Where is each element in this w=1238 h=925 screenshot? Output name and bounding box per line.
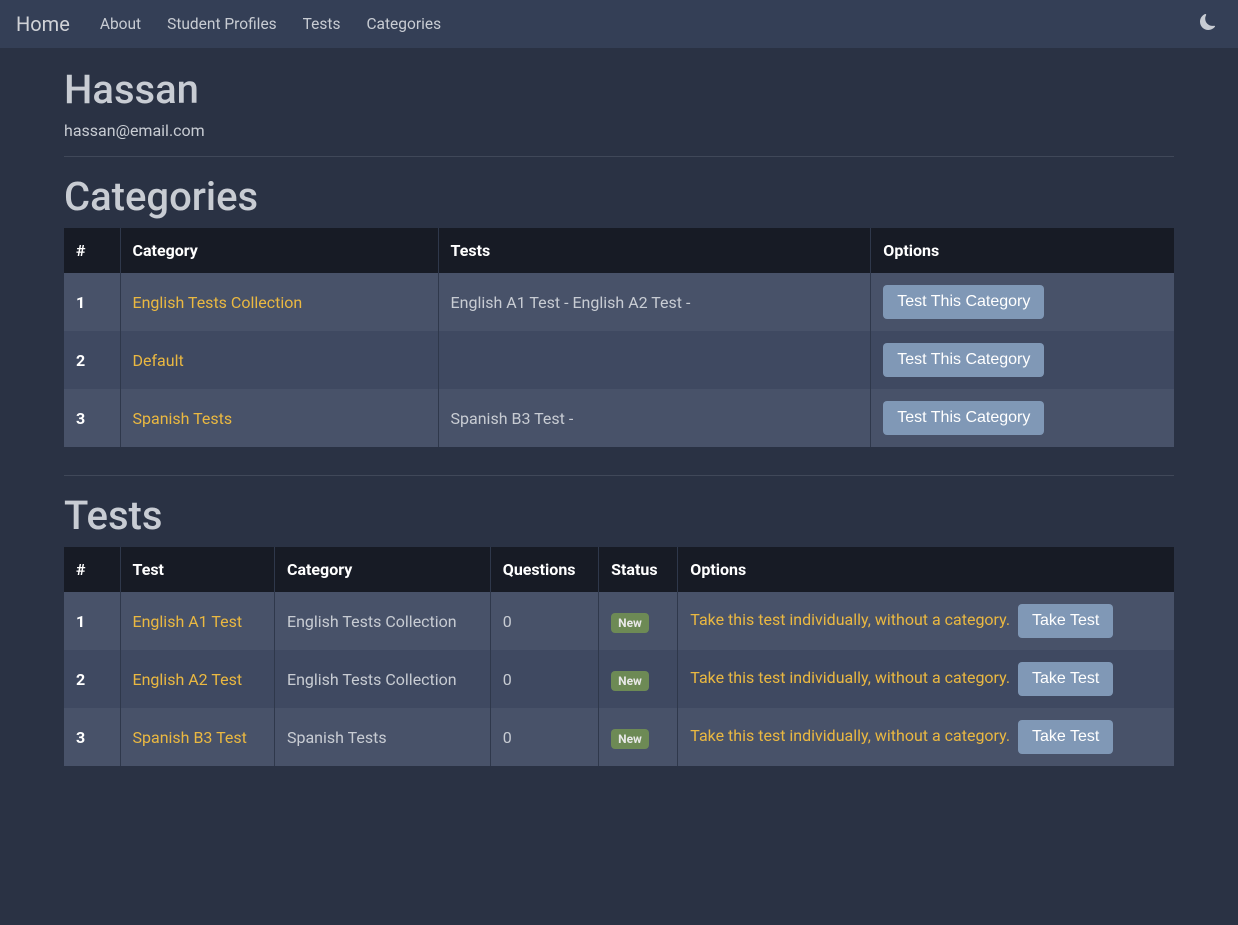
test-status-cell: New <box>599 650 678 708</box>
tests-heading: Tests <box>64 492 1174 539</box>
navbar-left: Home About Student Profiles Tests Catego… <box>16 7 449 41</box>
table-row: 1 English Tests Collection English A1 Test… <box>64 273 1174 331</box>
table-row: 1 English A1 Test English Tests Collection… <box>64 592 1174 650</box>
category-tests-cell <box>438 331 871 389</box>
test-category-button[interactable]: Test This Category <box>883 285 1044 319</box>
category-options-cell: Test This Category <box>871 273 1174 331</box>
table-row: 2 Default Test This Category <box>64 331 1174 389</box>
table-row: 3 Spanish B3 Test Spanish Tests0 New Take th… <box>64 708 1174 766</box>
col-options: Options <box>678 547 1174 592</box>
nav-link-categories[interactable]: Categories <box>358 7 449 41</box>
test-link[interactable]: English A1 Test <box>133 612 243 631</box>
nav-link-tests[interactable]: Tests <box>295 7 349 41</box>
test-questions-cell: 0 <box>490 650 598 708</box>
divider <box>64 475 1174 476</box>
category-tests-cell: Spanish B3 Test - <box>438 389 871 447</box>
divider <box>64 156 1174 157</box>
test-name-cell: English A1 Test <box>120 592 274 650</box>
test-questions-cell: 0 <box>490 592 598 650</box>
category-name-cell: English Tests Collection <box>120 273 438 331</box>
profile-email: hassan@email.com <box>64 121 1174 140</box>
categories-heading: Categories <box>64 173 1174 220</box>
test-questions-cell: 0 <box>490 708 598 766</box>
test-options-cell: Take this test individually, without a c… <box>678 650 1174 708</box>
nav-link-student-profiles[interactable]: Student Profiles <box>159 7 285 41</box>
test-name-cell: Spanish B3 Test <box>120 708 274 766</box>
status-badge: New <box>611 729 649 749</box>
test-category-button[interactable]: Test This Category <box>883 343 1044 377</box>
col-test: Test <box>120 547 274 592</box>
take-test-button[interactable]: Take Test <box>1018 662 1113 696</box>
col-category: Category <box>120 228 438 273</box>
take-test-hint[interactable]: Take this test individually, without a c… <box>690 668 1010 687</box>
take-test-hint[interactable]: Take this test individually, without a c… <box>690 726 1010 745</box>
col-options: Options <box>871 228 1174 273</box>
status-badge: New <box>611 613 649 633</box>
category-name-cell: Default <box>120 331 438 389</box>
category-link[interactable]: English Tests Collection <box>133 293 303 312</box>
test-category-cell: Spanish Tests <box>274 708 490 766</box>
col-category: Category <box>274 547 490 592</box>
test-category-cell: English Tests Collection <box>274 650 490 708</box>
take-test-button[interactable]: Take Test <box>1018 604 1113 638</box>
col-questions: Questions <box>490 547 598 592</box>
test-link[interactable]: Spanish B3 Test <box>133 728 247 747</box>
tests-table: # Test Category Questions Status Options… <box>64 547 1174 766</box>
category-options-cell: Test This Category <box>871 331 1174 389</box>
test-name-cell: English A2 Test <box>120 650 274 708</box>
navbar: Home About Student Profiles Tests Catego… <box>0 0 1238 48</box>
table-row: 3 Spanish Tests Spanish B3 Test - Test This… <box>64 389 1174 447</box>
theme-toggle-icon[interactable] <box>1200 14 1222 35</box>
test-options-cell: Take this test individually, without a c… <box>678 708 1174 766</box>
category-name-cell: Spanish Tests <box>120 389 438 447</box>
take-test-hint[interactable]: Take this test individually, without a c… <box>690 610 1010 629</box>
main-container: Hassan hassan@email.com Categories # Cat… <box>64 48 1174 766</box>
row-num: 1 <box>64 592 120 650</box>
test-category-button[interactable]: Test This Category <box>883 401 1044 435</box>
row-num: 2 <box>64 331 120 389</box>
navbar-brand[interactable]: Home <box>16 8 70 40</box>
col-num: # <box>64 547 120 592</box>
category-options-cell: Test This Category <box>871 389 1174 447</box>
category-link[interactable]: Default <box>133 351 184 370</box>
test-status-cell: New <box>599 592 678 650</box>
test-link[interactable]: English A2 Test <box>133 670 243 689</box>
test-options-cell: Take this test individually, without a c… <box>678 592 1174 650</box>
category-link[interactable]: Spanish Tests <box>133 409 233 428</box>
row-num: 3 <box>64 708 120 766</box>
categories-table: # Category Tests Options 1 English Tests … <box>64 228 1174 447</box>
profile-name: Hassan <box>64 66 1174 113</box>
col-tests: Tests <box>438 228 871 273</box>
col-status: Status <box>599 547 678 592</box>
table-row: 2 English A2 Test English Tests Collection… <box>64 650 1174 708</box>
nav-link-about[interactable]: About <box>92 7 149 41</box>
status-badge: New <box>611 671 649 691</box>
test-category-cell: English Tests Collection <box>274 592 490 650</box>
row-num: 2 <box>64 650 120 708</box>
category-tests-cell: English A1 Test - English A2 Test - <box>438 273 871 331</box>
row-num: 1 <box>64 273 120 331</box>
take-test-button[interactable]: Take Test <box>1018 720 1113 754</box>
col-num: # <box>64 228 120 273</box>
row-num: 3 <box>64 389 120 447</box>
test-status-cell: New <box>599 708 678 766</box>
